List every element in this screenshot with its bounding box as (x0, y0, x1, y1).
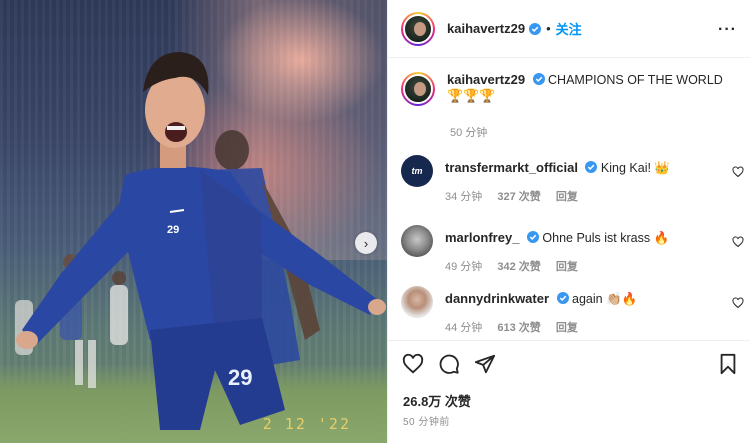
trophy-emoji: 🏆 (447, 88, 464, 103)
comment-likes[interactable]: 327 次赞 (497, 191, 540, 203)
comment-bubble-icon[interactable] (438, 353, 460, 375)
like-comment-heart-icon[interactable] (732, 236, 744, 248)
comment-item: dannydrinkwater again 👏🏼🔥 44 分钟 613 次赞 回… (401, 286, 746, 346)
shorts-number: 29 (228, 365, 252, 390)
trophy-emoji: 🏆 (463, 88, 480, 103)
shirt-number: 29 (167, 224, 179, 236)
verified-badge-icon (556, 292, 569, 304)
comment-likes[interactable]: 342 次赞 (497, 261, 540, 273)
posted-time: 50 分钟前 (403, 417, 450, 428)
avatar-logo-text: tm (411, 166, 423, 176)
comment-time: 44 分钟 (445, 322, 483, 334)
follow-button[interactable]: 关注 (556, 19, 582, 38)
comment-avatar[interactable]: tm (401, 155, 433, 187)
comment-line: transfermarkt_official King Kai! 👑 (445, 160, 715, 176)
comment-time: 49 分钟 (445, 261, 483, 273)
main-player: 29 29 (16, 52, 386, 430)
header-separator: • (546, 21, 551, 36)
post-photo[interactable]: 29 29 2 12 '22 › (0, 0, 387, 443)
author-avatar[interactable] (401, 11, 435, 46)
verified-badge-icon (529, 22, 542, 35)
comment-item: marlonfrey_ Ohne Puls ist krass 🔥 49 分钟 … (401, 225, 746, 285)
save-bookmark-button[interactable] (717, 353, 739, 380)
author-username[interactable]: kaihavertz29 (447, 21, 525, 36)
caption-avatar[interactable] (401, 72, 435, 106)
comment-avatar[interactable] (401, 225, 433, 257)
like-comment-heart-icon[interactable] (732, 166, 744, 178)
comment-username[interactable]: transfermarkt_official (445, 160, 578, 175)
chevron-right-icon: › (363, 235, 369, 251)
comment-time: 34 分钟 (445, 191, 483, 203)
comment-meta: 49 分钟 342 次赞 回复 (445, 258, 590, 274)
comment-username[interactable]: marlonfrey_ (445, 230, 519, 245)
comment-meta: 34 分钟 327 次赞 回复 (445, 188, 590, 204)
verified-badge-icon (526, 231, 539, 243)
post-header: kaihavertz29 • 关注 ··· (388, 0, 750, 58)
photo-date-stamp: 2 12 '22 (262, 415, 351, 433)
comment-line: marlonfrey_ Ohne Puls ist krass 🔥 (445, 230, 715, 246)
post-actions: 26.8万 次赞 50 分钟前 (388, 340, 750, 443)
verified-badge-icon (585, 161, 598, 173)
like-heart-icon[interactable] (402, 353, 424, 375)
instagram-post: 29 29 2 12 '22 › kaihavertz29 • 关注 ··· k… (0, 0, 750, 443)
comment-item: tm transfermarkt_official King Kai! 👑 34… (401, 155, 746, 215)
comment-likes[interactable]: 613 次赞 (497, 322, 540, 334)
comment-avatar[interactable] (401, 286, 433, 318)
caption-text: CHAMPIONS OF THE WORLD (548, 73, 723, 87)
comment-text: King Kai! 👑 (600, 161, 670, 175)
like-comment-heart-icon[interactable] (732, 297, 744, 309)
verified-badge-icon (532, 73, 545, 85)
likes-count[interactable]: 26.8万 次赞 (403, 391, 471, 410)
comment-username[interactable]: dannydrinkwater (445, 291, 549, 306)
reply-button[interactable]: 回复 (556, 191, 578, 203)
post-caption: kaihavertz29 CHAMPIONS OF THE WORLD 🏆🏆🏆 (401, 72, 741, 106)
comment-meta: 44 分钟 613 次赞 回复 (445, 319, 590, 335)
post-side-panel: kaihavertz29 • 关注 ··· kaihavertz29 CHAMP… (387, 0, 750, 443)
action-icons (402, 353, 496, 375)
trophy-emoji: 🏆 (479, 88, 496, 103)
reply-button[interactable]: 回复 (556, 322, 578, 334)
next-photo-button[interactable]: › (355, 232, 377, 254)
comment-line: dannydrinkwater again 👏🏼🔥 (445, 291, 715, 307)
bookmark-icon (720, 353, 736, 375)
caption-username[interactable]: kaihavertz29 (447, 72, 525, 87)
caption-timestamp: 50 分钟 (450, 127, 488, 139)
player-illustration: 29 29 (15, 52, 386, 430)
caption-body: kaihavertz29 CHAMPIONS OF THE WORLD 🏆🏆🏆 (447, 72, 737, 106)
reply-button[interactable]: 回复 (556, 261, 578, 273)
ellipsis-icon[interactable]: ··· (718, 21, 737, 39)
comment-text: Ohne Puls ist krass 🔥 (542, 231, 670, 245)
share-send-icon[interactable] (474, 353, 496, 375)
comment-text: again 👏🏼🔥 (572, 292, 638, 306)
